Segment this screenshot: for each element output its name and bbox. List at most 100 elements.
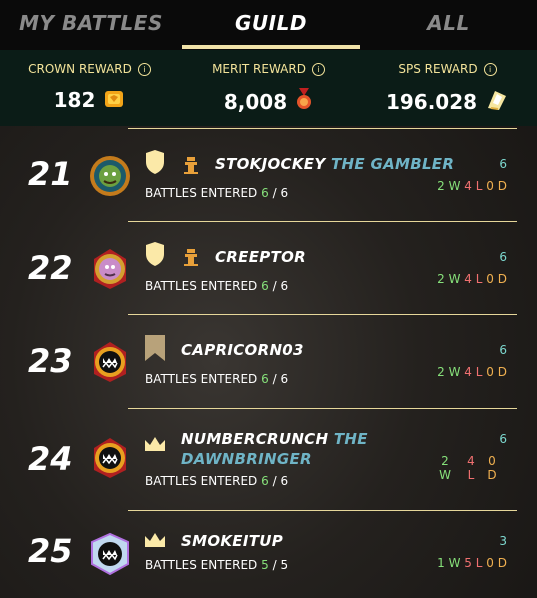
- player-username: SMOKEITUP: [181, 532, 284, 550]
- player-username: NUMBERCRUNCH: [181, 430, 329, 448]
- list-item[interactable]: 23 CAPRICORN03 BATTLES ENTERED 6 / 6 6 2…: [0, 316, 537, 408]
- player-name[interactable]: CAPRICORN03: [181, 341, 304, 359]
- merit-reward-value: 8,008: [223, 90, 288, 114]
- guild-crest-icon: [88, 247, 132, 291]
- merit-reward: MERIT REWARD i 8,008: [179, 50, 358, 126]
- battle-count: 6: [499, 432, 507, 446]
- player-title: THE: [333, 430, 368, 448]
- crown-reward-value: 182: [53, 88, 96, 112]
- crown-icon: [144, 532, 166, 548]
- draws: 0 D: [486, 272, 507, 286]
- battles-entered-count: 5: [261, 558, 269, 572]
- battles-entered: BATTLES ENTERED 6 / 6: [145, 186, 289, 200]
- info-icon[interactable]: i: [137, 63, 151, 76]
- win-loss-draw: 2 W 4 L 0 D: [437, 272, 507, 286]
- losses: 4 L: [464, 179, 483, 193]
- crown-token-icon: [103, 88, 125, 115]
- battle-count: 3: [499, 534, 507, 548]
- crown-reward-label: CROWN REWARD: [28, 62, 132, 76]
- battles-entered-label: BATTLES ENTERED: [145, 474, 258, 488]
- battles-total: 6: [280, 372, 289, 386]
- battles-entered-label: BATTLES ENTERED: [145, 279, 258, 293]
- draws: 0D: [487, 454, 497, 482]
- divider: [128, 221, 517, 222]
- losses: 5 L: [464, 556, 483, 570]
- battles-entered: BATTLES ENTERED 6 / 6: [145, 279, 289, 293]
- sps-reward-value: 196.028: [385, 90, 478, 114]
- player-name[interactable]: CREEPTOR: [215, 248, 306, 266]
- wins: 2W: [439, 454, 451, 482]
- guild-crest-icon: [88, 340, 132, 384]
- crown-icon: [144, 436, 166, 452]
- win-loss-draw: 2 W 4 L 0 D: [437, 365, 507, 379]
- battles-total: 6: [280, 474, 289, 488]
- list-item[interactable]: 21 STOKJOCKEY THE GAMBLER BATTLES ENTERE…: [0, 130, 537, 222]
- losses: 4 L: [464, 365, 483, 379]
- player-name[interactable]: SMOKEITUP: [181, 532, 283, 550]
- draws: 0 D: [486, 365, 507, 379]
- battles-entered-count: 6: [261, 186, 269, 200]
- battles-entered-count: 6: [261, 372, 269, 386]
- shield-icon: [144, 150, 166, 174]
- rank-number: 25: [28, 532, 73, 570]
- rank-number: 22: [28, 249, 73, 287]
- info-icon[interactable]: i: [483, 63, 497, 76]
- player-title-line2: DAWNBRINGER: [181, 450, 312, 468]
- active-tab-indicator: [182, 45, 360, 49]
- sps-reward: SPS REWARD i 196.028: [358, 50, 537, 126]
- merit-medal-icon: [295, 88, 313, 117]
- battles-entered-label: BATTLES ENTERED: [145, 372, 258, 386]
- shield-icon: [144, 242, 166, 266]
- rank-number: 24: [28, 440, 73, 478]
- wins: 2 W: [437, 365, 461, 379]
- tab-guild[interactable]: GUILD: [182, 0, 360, 50]
- battles-total: 5: [280, 558, 289, 572]
- player-title: THE GAMBLER: [331, 155, 455, 173]
- battles-entered-label: BATTLES ENTERED: [145, 186, 258, 200]
- sps-reward-label: SPS REWARD: [398, 62, 478, 76]
- divider: [128, 314, 517, 315]
- draws: 0 D: [486, 556, 507, 570]
- player-username: CAPRICORN03: [181, 341, 304, 359]
- tab-all[interactable]: ALL: [360, 0, 537, 50]
- divider: [128, 408, 517, 409]
- draws: 0 D: [486, 179, 507, 193]
- rewards-panel: CROWN REWARD i 182 MERIT REWARD i 8,008 SP…: [0, 50, 537, 126]
- guild-crest-icon: [88, 154, 132, 198]
- player-username: CREEPTOR: [215, 248, 306, 266]
- wins: 2 W: [437, 179, 461, 193]
- battles-entered: BATTLES ENTERED 6 / 6: [145, 372, 289, 386]
- merit-reward-label: MERIT REWARD: [212, 62, 306, 76]
- guild-tower-icon: [181, 155, 201, 175]
- battles-entered-count: 6: [261, 279, 269, 293]
- list-item[interactable]: 24 NUMBERCRUNCH THE DAWNBRINGER BATTLES E…: [0, 410, 537, 510]
- battles-total: 6: [280, 279, 289, 293]
- info-icon[interactable]: i: [311, 63, 325, 76]
- guild-crest-icon: [88, 532, 132, 576]
- rank-number: 23: [28, 342, 73, 380]
- battles-total: 6: [280, 186, 289, 200]
- guild-tower-icon: [181, 247, 201, 267]
- wins: 1 W: [437, 556, 461, 570]
- player-name[interactable]: NUMBERCRUNCH THE DAWNBRINGER: [181, 429, 381, 469]
- battles-entered: BATTLES ENTERED 6 / 6: [145, 474, 289, 488]
- player-username: STOKJOCKEY: [215, 155, 326, 173]
- win-loss-draw: 2 W 4 L 0 D: [437, 179, 507, 193]
- battles-entered-label: BATTLES ENTERED: [145, 558, 258, 572]
- sps-token-icon: [485, 88, 509, 117]
- list-item[interactable]: 22 CREEPTOR BATTLES ENTERED 6 / 6 6 2 W …: [0, 223, 537, 315]
- player-name[interactable]: STOKJOCKEY THE GAMBLER: [215, 155, 454, 173]
- losses: 4L: [467, 454, 475, 482]
- battle-count: 6: [499, 343, 507, 357]
- tab-my-battles[interactable]: MY BATTLES: [0, 0, 182, 50]
- banner-icon: [144, 335, 166, 361]
- battles-entered: BATTLES ENTERED 5 / 5: [145, 558, 289, 572]
- divider: [128, 510, 517, 511]
- losses: 4 L: [464, 272, 483, 286]
- win-loss-draw: 1 W 5 L 0 D: [437, 556, 507, 570]
- list-item[interactable]: 25 SMOKEITUP BATTLES ENTERED 5 / 5 3 1 W…: [0, 512, 537, 598]
- crown-reward: CROWN REWARD i 182: [0, 50, 179, 126]
- divider: [128, 128, 517, 129]
- guild-crest-icon: [88, 436, 132, 480]
- wins: 2 W: [437, 272, 461, 286]
